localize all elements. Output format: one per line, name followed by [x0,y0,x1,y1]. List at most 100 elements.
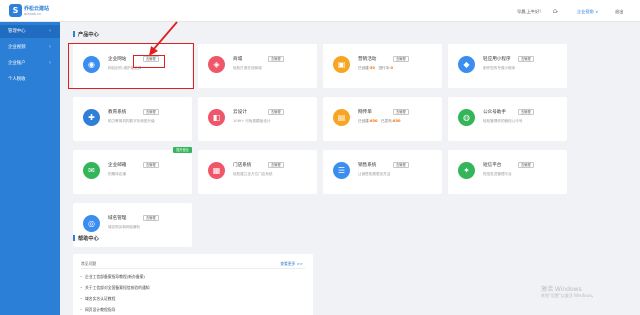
product-card[interactable]: ▦ 门店系统 去管理轻松建立全方位门店系统 [198,150,317,194]
product-description: 域名购买和网站解析 [108,225,141,229]
sidebar-item-management[interactable]: 管理中心 ‹ [0,25,60,38]
manage-button[interactable]: 去管理 [268,162,284,168]
product-name: 销售系统 [358,163,377,168]
view-more-link[interactable]: 查看更多 >> [280,261,303,267]
flyer-icon: ▤ [333,109,350,126]
product-card[interactable]: ▤ 网传单 去管理 已创建:850 已发布:850 [323,97,442,141]
product-name: 域名管理 [108,216,127,221]
manage-button[interactable]: 去管理 [143,109,159,115]
product-name: 营销活动 [358,57,377,62]
brand-subtitle: qiaoqk.cn [24,12,42,16]
sidebar-item-tax[interactable]: 个人税收 [0,73,60,86]
product-name: 云设计 [233,110,247,115]
education-icon: ✚ [83,109,100,126]
mail-icon: ✉ [83,162,100,179]
section-bar [73,235,75,241]
chevron-left-icon: ‹ [49,28,51,34]
manage-button[interactable]: 去管理 [518,109,534,115]
product-description: 轻松管理你的微信公众号 [483,119,523,123]
stat-label: 已发布: [380,119,393,123]
manage-button[interactable]: 去管理 [143,215,159,221]
chevron-right-icon: › [49,44,51,50]
stat-label: 进行中: [378,66,391,70]
stat-label: 已创建: [358,66,370,70]
product-description: 轻松打造在线商城 [233,66,262,70]
product-card[interactable]: ◧ 云设计 去管理 10W+ 可免费模板设计 [198,97,317,141]
manage-button[interactable]: 去管理 [393,56,409,62]
product-name: 商城 [233,57,243,62]
sidebar-item-label: 管理中心 [8,29,26,34]
help-center-label: 帮助中心 [78,236,99,242]
product-name: 网传单 [358,110,372,115]
greeting-text: 早晨,上午好! [517,9,541,14]
sidebar: 管理中心 ‹ 企业视频 › 企业账户 › 个人税收 [0,22,60,315]
logo-letter: S [12,6,19,15]
manage-button[interactable]: 去管理 [393,162,409,168]
help-article-link[interactable]: 网页设计教程指导 [80,307,115,313]
product-card[interactable]: ☰ 销售系统 去管理 让销售拓展更加灵活 [323,150,442,194]
store-icon: ▦ [208,162,225,179]
help-article-link[interactable]: 关于工信部对全国备案短信核验的通知 [80,285,150,291]
sales-icon: ☰ [333,162,350,179]
help-center-title: 帮助中心 [73,235,99,242]
sidebar-item-video[interactable]: 企业视频 › [0,41,60,54]
org-switch-link[interactable]: 企业视角 ∨ [577,9,598,15]
brand-name[interactable]: 乔松云建站 [24,5,49,12]
promo-badge: 提升营业 [173,147,192,153]
chevron-right-icon: › [49,60,51,66]
divider [81,268,305,269]
help-article-link[interactable]: 企业工信部备案指导教程(新办备案) [80,274,145,280]
product-description: 让销售拓展更加灵活 [358,172,391,176]
stat-label: 已创建: [358,119,370,123]
help-panel: 常见问题 查看更多 >> 企业工信部备案指导教程(新办备案) 关于工信部对全国备… [73,254,313,315]
domain-icon: ◎ [83,215,100,232]
design-icon: ◧ [208,109,225,126]
manage-button[interactable]: 去管理 [393,109,409,115]
sidebar-item-label: 企业视频 [8,45,26,50]
stat-value: 850 [392,119,401,123]
sidebar-item-label: 企业账户 [8,61,26,66]
faq-heading: 常见问题 [81,261,97,266]
sidebar-item-label: 个人税收 [8,77,26,82]
product-name: 短信平台 [483,163,502,168]
exit-link[interactable]: 退出 [615,9,623,15]
product-description: 别期待店铺 [108,172,126,176]
bell-icon[interactable] [551,8,559,14]
help-article-link[interactable]: 域名实名认证教程 [80,296,115,302]
manage-button[interactable]: 去管理 [268,109,284,115]
product-name: 门店系统 [233,163,252,168]
product-card[interactable]: ◈ 商城 去管理 轻松打造在线商城 [198,44,317,88]
stat-value: 50 [370,66,376,70]
windows-watermark-title: 激活 Windows [541,286,582,293]
section-bar [73,31,75,37]
product-center-title: 产品中心 [73,31,99,38]
product-description: 轻松建立全方位门店系统 [233,172,273,176]
product-description: 10W+ 可免费模板设计 [233,119,271,123]
gift-icon: ▣ [333,56,350,73]
miniapp-icon: ◆ [458,56,475,73]
manage-button[interactable]: 去管理 [518,162,534,168]
sidebar-item-account[interactable]: 企业账户 › [0,57,60,70]
brand-logo-icon[interactable]: S [9,4,22,17]
product-card[interactable]: ✦ 短信平台 去管理短信发送管理平台 [448,150,567,194]
manage-button[interactable]: 去管理 [143,162,159,168]
product-stats: 已创建:50 进行中:0 [358,66,393,71]
sms-icon: ✦ [458,162,475,179]
product-card[interactable]: ▣ 营销活动 去管理 已创建:50 进行中:0 [323,44,442,88]
manage-button[interactable]: 去管理 [518,56,534,62]
product-name: 轻应用小程序 [483,57,511,62]
wechat-icon: ◍ [458,109,475,126]
product-name: 公众号助手 [483,110,506,115]
product-card[interactable]: ✚ 教育系统 去管理 助力教育机构数字化转型升级 [73,97,192,141]
product-card[interactable]: ◍ 公众号助手 去管理轻松管理你的微信公众号 [448,97,567,141]
product-card[interactable]: ✉ 企业邮箱 去管理 别期待店铺 提升营业 [73,147,192,194]
product-description: 制作您的专属小程序 [483,66,516,70]
stat-value: 0 [390,66,393,70]
top-bar: S 乔松云建站 qiaoqk.cn 早晨,上午好! 企业视角 ∨ 退出 [0,0,640,22]
product-center-label: 产品中心 [78,32,99,38]
product-stats: 已创建:850 已发布:850 [358,119,400,124]
product-card[interactable]: ◆ 轻应用小程序 去管理 制作您的专属小程序 [448,44,567,88]
manage-button[interactable]: 去管理 [268,56,284,62]
product-description: 助力教育机构数字化转型升级 [108,119,155,123]
product-description: 短信发送管理平台 [483,172,512,176]
